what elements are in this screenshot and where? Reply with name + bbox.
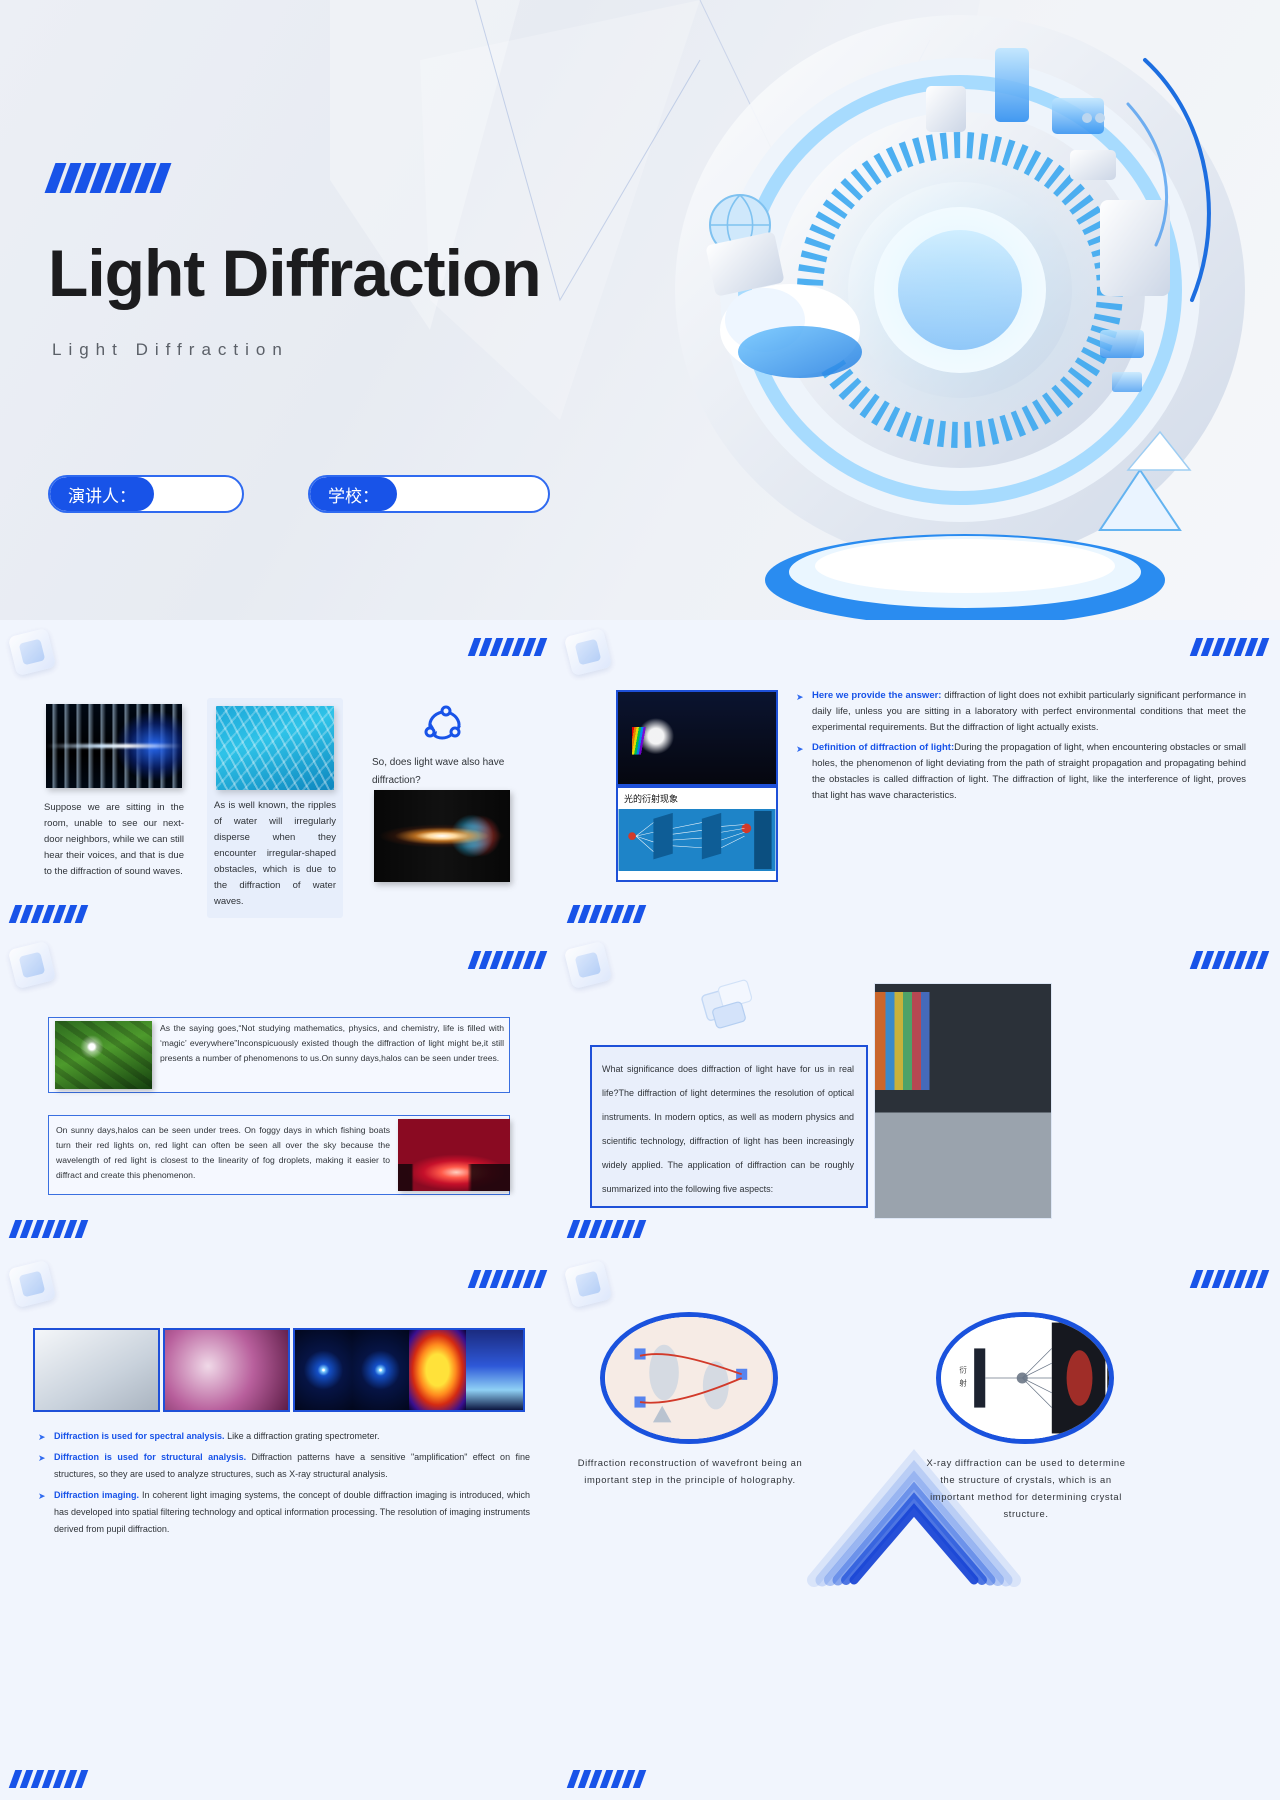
glass-cube-icon	[563, 627, 613, 677]
speaker-field[interactable]: 演讲人：	[48, 475, 244, 513]
school-field[interactable]: 学校：	[308, 475, 550, 513]
slide-applications-list: Diffraction is used for spectral analysi…	[0, 1248, 558, 1800]
applications-bullet-list: Diffraction is used for spectral analysi…	[38, 1428, 530, 1542]
hatch-stripes-icon	[1189, 951, 1270, 969]
water-ripples-image	[216, 706, 334, 790]
hatch-stripes-icon	[1189, 638, 1270, 656]
intensity-map-image	[352, 1330, 410, 1410]
slide-significance: What significance does diffraction of li…	[558, 933, 1280, 1248]
cover-subtitle: Light Diffraction	[52, 340, 289, 359]
bullet-structural-head: Diffraction is used for structural analy…	[54, 1452, 247, 1462]
cover-3d-illustration	[600, 0, 1280, 620]
hatch-stripes-icon	[8, 905, 89, 923]
bullet-imaging: Diffraction imaging. In coherent light i…	[38, 1487, 530, 1538]
diffraction-diagram-image: 光的衍射现象	[616, 786, 778, 882]
hatch-stripes-icon	[1189, 1270, 1270, 1288]
speaker-label: 演讲人：	[50, 477, 154, 511]
svg-text:衍: 衍	[959, 1365, 967, 1374]
page-title: Light Diffraction	[48, 236, 542, 310]
red-light-text: On sunny days,halos can be seen under tr…	[56, 1125, 390, 1180]
diagram-label: 光的衍射现象	[624, 794, 679, 804]
xray-crystal-diffraction-image: 衍 射	[936, 1312, 1114, 1444]
3d-surface-plot-image	[466, 1330, 523, 1410]
grating-microscopy-image	[163, 1328, 291, 1412]
hatch-stripes-icon	[566, 1770, 647, 1788]
bullet-spectral-head: Diffraction is used for spectral analysi…	[54, 1431, 225, 1441]
sunlight-through-trees-image	[55, 1021, 152, 1089]
recycle-arrows-icon	[420, 704, 468, 744]
spectrometer-instrument-image	[33, 1328, 161, 1412]
water-wave-caption: As is well known, the ripples of water w…	[214, 800, 336, 907]
light-wave-question: So, does light wave also have diffractio…	[372, 757, 505, 786]
svg-text:射: 射	[959, 1378, 967, 1387]
hatch-stripes-icon	[467, 638, 548, 656]
hatch-stripes-icon	[566, 1220, 647, 1238]
diffraction-fringe-image	[374, 790, 510, 882]
xray-caption: X-ray diffraction can be used to determi…	[926, 1457, 1126, 1519]
sound-wave-ear-image	[46, 704, 182, 788]
bullet-answer-head: Here we provide the answer:	[812, 690, 942, 701]
hatch-stripes-icon	[44, 163, 172, 193]
halo-text: As the saying goes,“Not studying mathema…	[160, 1023, 504, 1063]
hatch-stripes-icon	[467, 1270, 548, 1288]
holography-setup-image	[600, 1312, 778, 1444]
glass-cube-icon	[7, 940, 57, 990]
bullet-answer: Here we provide the answer: diffraction …	[796, 688, 1246, 736]
hatch-stripes-icon	[467, 951, 548, 969]
bullet-spectral-body: Like a diffraction grating spectrometer.	[224, 1431, 380, 1441]
glass-cube-icon	[690, 973, 768, 1037]
glass-cube-icon	[563, 940, 613, 990]
slide-sound-water-waves: Suppose we are sitting in the room, unab…	[0, 620, 558, 933]
office-meeting-image	[874, 983, 1052, 1219]
fft-pattern-image	[295, 1330, 353, 1410]
holography-caption: Diffraction reconstruction of wavefront …	[577, 1457, 803, 1485]
slide-everyday-phenomena: As the saying goes,“Not studying mathema…	[0, 933, 558, 1248]
cover-slide: Light Diffraction Light Diffraction 演讲人：…	[0, 0, 1280, 620]
glass-cube-icon	[7, 1259, 57, 1309]
bullet-definition-head: Definition of diffraction of light:	[812, 742, 955, 753]
bullet-structural: Diffraction is used for structural analy…	[38, 1449, 530, 1483]
bullet-spectral: Diffraction is used for spectral analysi…	[38, 1428, 530, 1446]
significance-text: What significance does diffraction of li…	[602, 1064, 854, 1194]
application-image-strip	[33, 1328, 525, 1412]
diffraction-analysis-panels	[293, 1328, 525, 1412]
red-sky-fog-image	[398, 1119, 510, 1191]
school-label: 学校：	[310, 477, 397, 511]
hatch-stripes-icon	[8, 1770, 89, 1788]
sound-wave-caption: Suppose we are sitting in the room, unab…	[44, 802, 184, 877]
hatch-stripes-icon	[566, 905, 647, 923]
bullet-imaging-head: Diffraction imaging.	[54, 1490, 139, 1500]
definition-bullet-list: Here we provide the answer: diffraction …	[796, 688, 1246, 808]
slide-deck: Light Diffraction Light Diffraction 演讲人：…	[0, 0, 1280, 1800]
prism-spectrum-image	[616, 690, 778, 786]
glass-cube-icon	[563, 1259, 613, 1309]
slide-holography-xray: Diffraction reconstruction of wavefront …	[558, 1248, 1280, 1800]
glass-cube-icon	[7, 627, 57, 677]
hatch-stripes-icon	[8, 1220, 89, 1238]
slide-definition: 光的衍射现象 Here we provide	[558, 620, 1280, 933]
bullet-definition: Definition of diffraction of light:Durin…	[796, 740, 1246, 804]
heatmap-image	[409, 1330, 467, 1410]
